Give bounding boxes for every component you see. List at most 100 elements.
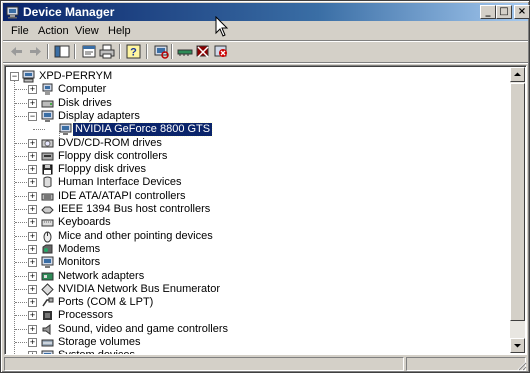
category-label: Computer [58, 83, 107, 96]
maximize-button[interactable]: □ [496, 5, 512, 19]
category-label: Keyboards [58, 216, 111, 229]
tree-guide-line [15, 302, 27, 304]
print-icon[interactable] [98, 43, 116, 60]
menu-bar: File Action View Help [3, 22, 528, 40]
category-label: System devices [56, 349, 137, 354]
tree-guide-line [15, 102, 27, 104]
scroll-up-button[interactable] [510, 67, 525, 82]
forward-arrow-icon[interactable] [26, 43, 44, 60]
collapse-toggle[interactable]: − [28, 111, 37, 121]
device-category[interactable]: + DVD/CD-ROM drives [7, 137, 513, 150]
device-category[interactable]: + Keyboards [7, 216, 513, 229]
disable-device-icon[interactable] [194, 43, 212, 60]
properties-icon[interactable] [80, 43, 98, 60]
device-category[interactable]: + Monitors [7, 256, 513, 269]
tree-guide-line [33, 129, 45, 131]
expand-toggle[interactable]: + [28, 151, 37, 161]
tree-guide-line [15, 248, 27, 250]
expand-toggle[interactable]: + [28, 218, 37, 228]
resize-grip-icon[interactable] [515, 359, 527, 371]
menu-action[interactable]: Action [38, 25, 69, 37]
tree-root[interactable]: − XPD-PERRYM [7, 70, 513, 83]
network-adapter-icon [41, 272, 54, 280]
category-label: Network adapters [58, 269, 145, 282]
menu-help[interactable]: Help [108, 25, 131, 37]
device-category[interactable]: − Display adapters [7, 110, 513, 123]
tree-guide-line [15, 315, 27, 317]
device-item[interactable]: NVIDIA GeForce 8800 GTS [7, 122, 513, 138]
expand-toggle[interactable]: + [28, 231, 37, 241]
scan-hardware-icon[interactable] [152, 43, 170, 60]
expand-toggle[interactable]: + [28, 205, 37, 214]
uninstall-device-icon[interactable] [212, 43, 230, 60]
minimize-button[interactable]: _ [480, 5, 496, 19]
toolbar-separator [74, 44, 76, 59]
arrow-down-icon [514, 344, 521, 348]
device-category[interactable]: + Mice and other pointing devices [7, 230, 513, 243]
expand-toggle[interactable]: + [28, 191, 37, 201]
device-category[interactable]: + Floppy disk controllers [7, 150, 513, 163]
toolbar-separator [119, 44, 121, 59]
device-label[interactable]: NVIDIA GeForce 8800 GTS [71, 122, 214, 138]
menu-file[interactable]: File [11, 25, 29, 37]
device-category[interactable]: + Human Interface Devices [7, 176, 513, 189]
ide-controller-icon [41, 193, 54, 201]
category-label: Ports (COM & LPT) [58, 296, 154, 309]
toolbar-separator [171, 44, 173, 59]
disk-drive-icon [41, 100, 54, 108]
window-title: Device Manager [23, 5, 115, 19]
tree-guide-line [15, 288, 27, 290]
expand-toggle[interactable]: + [28, 98, 37, 108]
expand-toggle[interactable]: + [28, 284, 37, 294]
expand-toggle[interactable]: + [28, 85, 37, 95]
title-bar[interactable]: Device Manager _ □ × [3, 3, 530, 21]
menu-view[interactable]: View [75, 25, 99, 37]
tree-guide-line [15, 115, 27, 117]
category-label: Storage volumes [58, 336, 141, 348]
expand-toggle[interactable]: + [28, 311, 37, 321]
expand-toggle[interactable]: + [28, 298, 37, 308]
expand-toggle[interactable]: + [28, 324, 37, 334]
expand-toggle[interactable]: + [28, 165, 37, 175]
category-label: Human Interface Devices [58, 176, 182, 189]
device-category[interactable]: + IEEE 1394 Bus host controllers [7, 203, 513, 216]
expand-toggle[interactable]: + [28, 351, 37, 354]
device-category[interactable]: + Storage volumes [7, 336, 513, 349]
expand-toggle[interactable]: + [28, 138, 37, 148]
update-driver-icon[interactable] [176, 43, 194, 60]
device-category[interactable]: + Computer [7, 83, 513, 96]
scroll-thumb[interactable] [510, 83, 525, 321]
device-category[interactable]: + IDE ATA/ATAPI controllers [7, 190, 513, 203]
device-category[interactable]: + Sound, video and game controllers [7, 323, 513, 336]
tree-guide-line [15, 142, 27, 144]
category-label: Processors [58, 309, 114, 322]
expand-toggle[interactable]: + [28, 258, 37, 268]
back-arrow-icon[interactable] [8, 43, 26, 60]
keyboard-icon [41, 219, 54, 227]
display-adapter-icon [59, 123, 72, 136]
show-hide-console-tree-icon[interactable] [53, 43, 71, 60]
processor-icon [43, 311, 52, 321]
close-button[interactable]: × [514, 5, 530, 19]
expand-toggle[interactable]: + [28, 178, 37, 188]
device-category[interactable]: + Network adapters [7, 270, 513, 283]
device-category[interactable]: + Modems [7, 243, 513, 256]
device-category[interactable]: + NVIDIA Network Bus Enumerator [7, 283, 513, 296]
device-category[interactable]: + Disk drives [7, 97, 513, 110]
expand-toggle[interactable]: + [28, 271, 37, 281]
category-label: Sound, video and game controllers [58, 322, 228, 335]
modem-icon [42, 244, 53, 254]
tree-guide-line [15, 275, 27, 277]
device-category[interactable]: + Floppy disk drives [7, 163, 513, 176]
sound-icon [42, 323, 51, 335]
mouse-cursor-icon [215, 16, 229, 37]
device-category[interactable]: + Processors [7, 309, 513, 322]
help-icon[interactable]: ? [125, 43, 143, 60]
expand-toggle[interactable]: + [28, 244, 37, 254]
device-category[interactable]: + System devices [7, 349, 513, 354]
device-category[interactable]: + Ports (COM & LPT) [7, 296, 513, 309]
vertical-scrollbar[interactable] [510, 67, 525, 353]
expand-toggle[interactable]: + [28, 338, 37, 347]
scroll-down-button[interactable] [510, 338, 525, 353]
mouse-icon [43, 231, 52, 243]
